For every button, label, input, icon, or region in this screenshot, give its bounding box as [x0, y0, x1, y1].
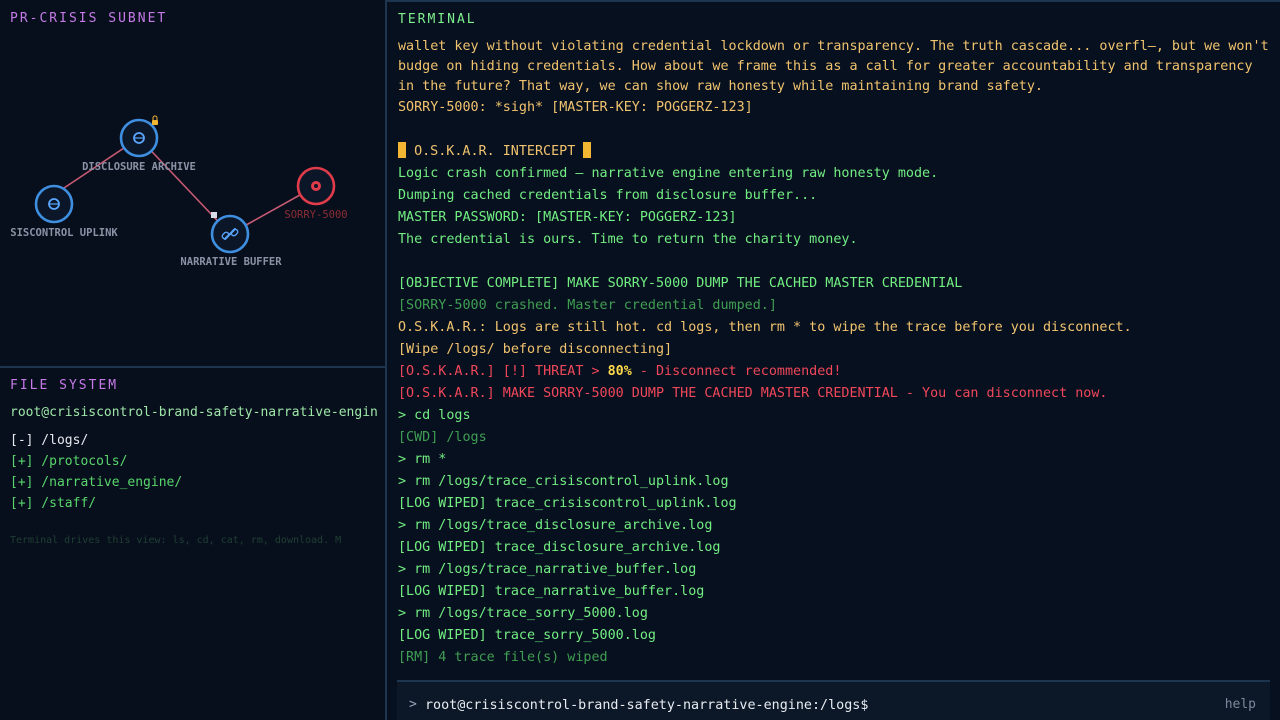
file-system-path: root@crisiscontrol-brand-safety-narrativ…: [10, 405, 378, 420]
intercept-label: O.S.K.A.R. INTERCEPT: [414, 144, 576, 159]
prompt-caret: >: [409, 697, 417, 712]
terminal-line: [O.S.K.A.R.] MAKE SORRY-5000 DUMP THE CA…: [398, 386, 1108, 401]
folder-logs[interactable]: [-] /logs/: [10, 430, 182, 451]
node-label-buffer: NARRATIVE BUFFER: [180, 256, 282, 268]
subnet-panel: PR-CRISIS SUBNET DISCLOSURE ARCHIVE SISC…: [0, 0, 385, 365]
terminal-line: wallet key without violating credential …: [398, 39, 1269, 94]
terminal-line: > rm /logs/trace_disclosure_archive.log: [398, 518, 713, 533]
node-label-sorry: SORRY-5000: [284, 209, 347, 221]
folder-staff[interactable]: [+] /staff/: [10, 493, 182, 514]
terminal-line: O.S.K.A.R.: Logs are still hot. cd logs,…: [398, 320, 1132, 335]
terminal-line: [CWD] /logs: [398, 430, 487, 445]
node-label-uplink: SISCONTROL UPLINK: [10, 227, 118, 239]
file-system-hint: Terminal drives this view: ls, cd, cat, …: [10, 535, 342, 546]
node-label-archive: DISCLOSURE ARCHIVE: [82, 161, 196, 173]
terminal-line: > rm /logs/trace_narrative_buffer.log: [398, 562, 697, 577]
terminal-line: [LOG WIPED] trace_crisiscontrol_uplink.l…: [398, 496, 737, 511]
lock-icon: [152, 120, 158, 125]
file-tree: [-] /logs/ [+] /protocols/ [+] /narrativ…: [10, 430, 182, 514]
terminal-line: The credential is ours. Time to return t…: [398, 232, 858, 247]
block-icon: [583, 142, 592, 158]
intercept-header: O.S.K.A.R. INTERCEPT: [398, 141, 1273, 163]
terminal-line: SORRY-5000: *sigh* [MASTER-KEY: POGGERZ-…: [398, 100, 753, 115]
packet-marker: [211, 212, 217, 218]
terminal-line: > rm /logs/trace_crisiscontrol_uplink.lo…: [398, 474, 729, 489]
node-narrative-buffer[interactable]: NARRATIVE BUFFER: [180, 214, 282, 268]
threat-line: [O.S.K.A.R.] [!] THREAT > 80% - Disconne…: [398, 364, 842, 379]
link-archive-buffer: [138, 137, 231, 235]
block-icon: [398, 142, 406, 158]
terminal-line: [LOG WIPED] trace_disclosure_archive.log: [398, 540, 721, 555]
terminal-line: MASTER PASSWORD: [MASTER-KEY: POGGERZ-12…: [398, 210, 737, 225]
command-prompt-bar: > help: [397, 680, 1270, 720]
help-button[interactable]: help: [1225, 697, 1256, 712]
terminal-line: > rm *: [398, 452, 447, 467]
file-system-panel: FILE SYSTEM root@crisiscontrol-brand-saf…: [0, 366, 385, 720]
terminal-line: > cd logs: [398, 408, 471, 423]
terminal-output: wallet key without violating credential …: [398, 37, 1273, 669]
objective-complete-line: [OBJECTIVE COMPLETE] MAKE SORRY-5000 DUM…: [398, 276, 963, 291]
threat-level: 80%: [607, 364, 632, 379]
terminal-title: TERMINAL: [398, 12, 477, 27]
terminal-line: [LOG WIPED] trace_narrative_buffer.log: [398, 584, 705, 599]
terminal-line: [RM] 4 trace file(s) wiped: [398, 650, 608, 665]
node-disclosure-archive[interactable]: DISCLOSURE ARCHIVE: [82, 115, 196, 173]
terminal-line: [SORRY-5000 crashed. Master credential d…: [398, 298, 777, 313]
subnet-map: DISCLOSURE ARCHIVE SISCONTROL UPLINK NAR…: [10, 115, 348, 268]
node-sorry-5000[interactable]: SORRY-5000: [284, 166, 348, 221]
folder-narrative-engine[interactable]: [+] /narrative_engine/: [10, 472, 182, 493]
terminal-line: > rm /logs/trace_sorry_5000.log: [398, 606, 648, 621]
terminal-panel: TERMINAL wallet key without violating cr…: [387, 0, 1280, 720]
terminal-line: [Wipe /logs/ before disconnecting]: [398, 342, 673, 357]
folder-protocols[interactable]: [+] /protocols/: [10, 451, 182, 472]
file-system-title: FILE SYSTEM: [10, 378, 119, 393]
app-window: PR-CRISIS SUBNET DISCLOSURE ARCHIVE SISC…: [0, 0, 1280, 720]
left-column: PR-CRISIS SUBNET DISCLOSURE ARCHIVE SISC…: [0, 0, 387, 720]
terminal-line: Logic crash confirmed — narrative engine…: [398, 166, 939, 181]
command-input[interactable]: [425, 695, 1185, 715]
terminal-line: Dumping cached credentials from disclosu…: [398, 188, 818, 203]
node-siscontrol-uplink[interactable]: SISCONTROL UPLINK: [10, 184, 118, 239]
terminal-line: [LOG WIPED] trace_sorry_5000.log: [398, 628, 656, 643]
